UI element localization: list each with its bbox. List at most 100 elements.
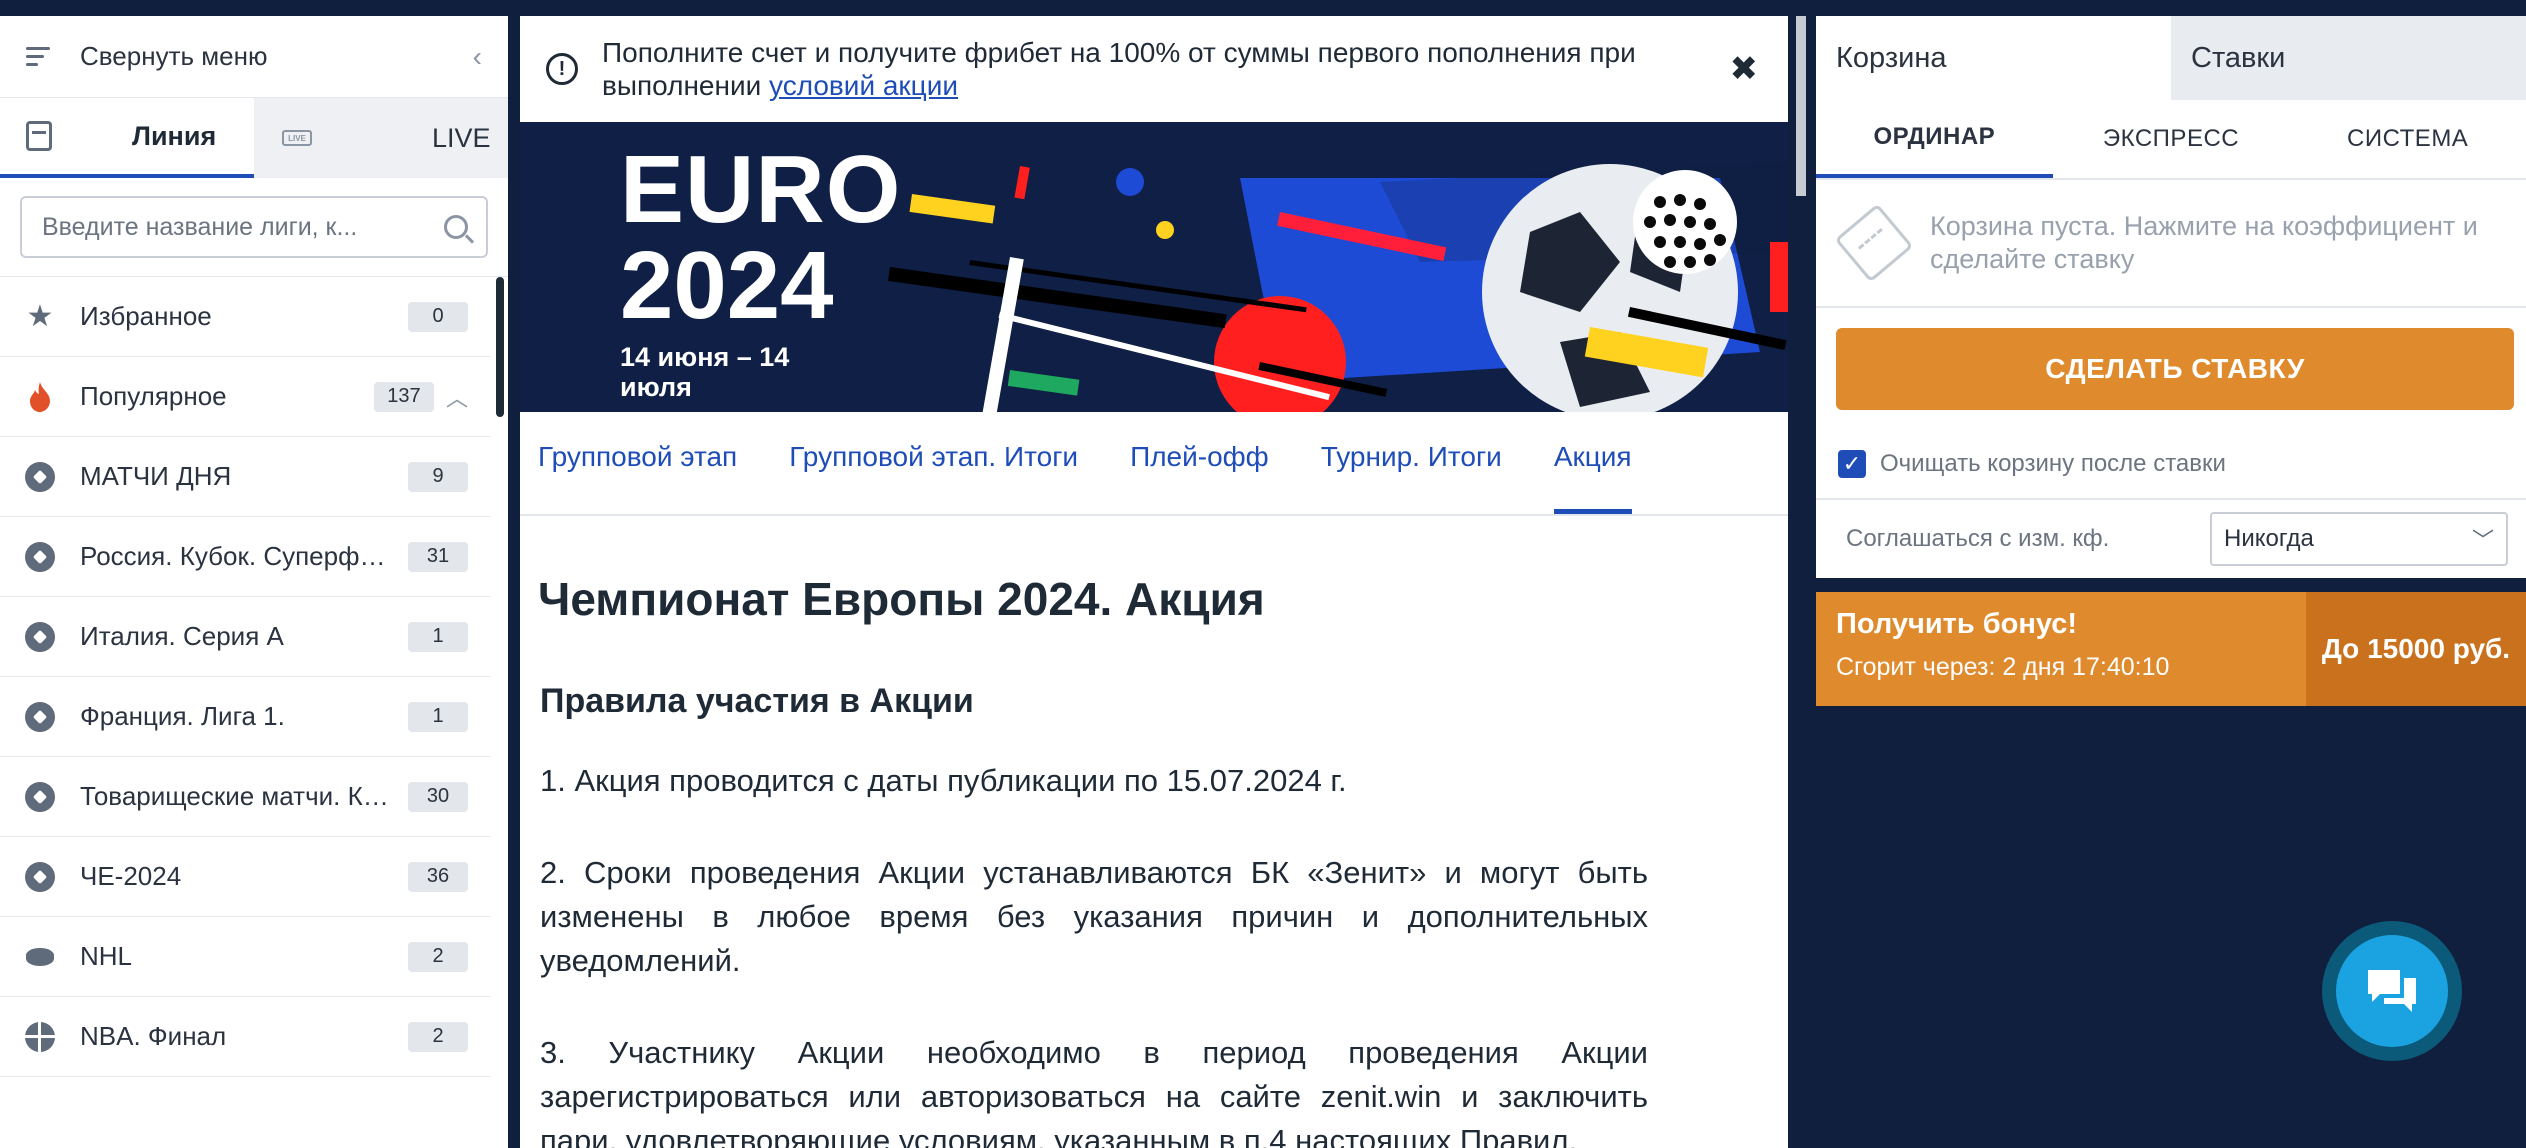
support-chat-button[interactable] bbox=[2322, 921, 2462, 1061]
sidebar-item-label: NBA. Финал bbox=[80, 1021, 227, 1051]
chat-icon bbox=[2336, 935, 2448, 1047]
sidebar-item-euro-2024[interactable]: ЧЕ-2024 36 bbox=[0, 837, 490, 917]
accept-odds-value: Никогда bbox=[2224, 525, 2314, 552]
bonus-amount: До 15000 руб. bbox=[2306, 592, 2526, 706]
search-box bbox=[20, 196, 488, 258]
soccer-ball-icon bbox=[22, 539, 58, 575]
main-content: ! Пополните счет и получите фрибет на 10… bbox=[520, 16, 1788, 1148]
star-icon: ★ bbox=[26, 300, 54, 333]
collapse-menu-button[interactable]: Свернуть меню ‹ bbox=[0, 16, 508, 98]
sidebar-item-nhl[interactable]: NHL 2 bbox=[0, 917, 490, 997]
sidebar-item-label: NHL bbox=[80, 941, 133, 971]
bonus-banner[interactable]: Получить бонус! Сгорит через: 2 дня 17:4… bbox=[1816, 592, 2526, 706]
tab-cart[interactable]: Корзина bbox=[1816, 16, 2171, 100]
count-badge: 137 bbox=[373, 381, 434, 412]
promo-notice: ! Пополните счет и получите фрибет на 10… bbox=[520, 16, 1788, 122]
promo-terms-link[interactable]: условий акции bbox=[769, 70, 958, 101]
banner-title-line2: 2024 bbox=[620, 232, 834, 339]
rule-paragraph-2: 2. Сроки проведения Акции устанавливаютс… bbox=[540, 855, 1648, 978]
clear-cart-label: Очищать корзину после ставки bbox=[1880, 450, 2226, 477]
league-search-input[interactable] bbox=[22, 198, 486, 256]
place-bet-button[interactable]: СДЕЛАТЬ СТАВКУ bbox=[1836, 328, 2514, 410]
tab-bets[interactable]: Ставки bbox=[2171, 16, 2526, 100]
count-badge: 31 bbox=[408, 541, 468, 572]
tab-system[interactable]: СИСТЕМА bbox=[2289, 100, 2526, 178]
rule-paragraph-1: 1. Акция проводится с даты публикации по… bbox=[540, 763, 1347, 798]
bet-type-tabs: ОРДИНАР ЭКСПРЕСС СИСТЕМА bbox=[1816, 100, 2526, 180]
bonus-title: Получить бонус! bbox=[1836, 608, 2078, 640]
count-badge: 36 bbox=[408, 861, 468, 892]
count-badge: 0 bbox=[408, 301, 468, 332]
sidebar-item-label: Популярное bbox=[80, 381, 227, 411]
betslip-card: Корзина Ставки ОРДИНАР ЭКСПРЕСС СИСТЕМА … bbox=[1816, 16, 2526, 578]
rule-paragraph-3: 3. Участнику Акции необходимо в период п… bbox=[540, 1035, 1648, 1148]
notice-text: Пополните счет и получите фрибет на 100%… bbox=[602, 36, 1710, 102]
sidebar-tabs: Линия LIVE LIVE bbox=[0, 98, 508, 178]
chevron-down-icon: ﹀ bbox=[2471, 528, 2494, 553]
sidebar-item-russia-cup[interactable]: Россия. Кубок. Суперфинал 31 bbox=[0, 517, 490, 597]
accept-odds-row: Соглашаться с изм. кф. Никогда ﹀ bbox=[1816, 500, 2526, 578]
info-icon: ! bbox=[546, 53, 578, 85]
sidebar-item-nba-final[interactable]: NBA. Финал 2 bbox=[0, 997, 490, 1077]
sidebar-item-label: Избранное bbox=[80, 301, 212, 331]
tab-single[interactable]: ОРДИНАР bbox=[1816, 100, 2053, 178]
sidebar-scrollbar[interactable] bbox=[496, 277, 504, 417]
accept-odds-select[interactable]: Никогда ﹀ bbox=[2210, 512, 2508, 566]
empty-cart-text: Корзина пуста. Нажмите на коэффициент и … bbox=[1930, 211, 2478, 274]
banner-dates-line2: июля bbox=[620, 372, 692, 402]
tab-express[interactable]: ЭКСПРЕСС bbox=[2053, 100, 2290, 178]
soccer-ball-icon bbox=[22, 619, 58, 655]
sidebar-item-friendlies[interactable]: Товарищеские матчи. Клубы 30 bbox=[0, 757, 490, 837]
sidebar-item-label: Россия. Кубок. Суперфинал bbox=[80, 541, 398, 571]
tab-tournament-results[interactable]: Турнир. Итоги bbox=[1321, 441, 1502, 514]
sidebar-item-popular[interactable]: Популярное 137 ︿ bbox=[0, 357, 490, 437]
place-bet-wrap: СДЕЛАТЬ СТАВКУ bbox=[1816, 308, 2526, 430]
sidebar-item-favorites[interactable]: ★ Избранное 0 bbox=[0, 277, 490, 357]
clear-cart-option[interactable]: ✓ Очищать корзину после ставки bbox=[1816, 430, 2526, 500]
tournament-tabs: Групповой этап Групповой этап. Итоги Пле… bbox=[520, 412, 1788, 516]
checkbox-checked-icon[interactable]: ✓ bbox=[1838, 450, 1866, 478]
count-badge: 2 bbox=[408, 1021, 468, 1052]
tab-promo[interactable]: Акция bbox=[1553, 441, 1632, 514]
tab-live-label: LIVE bbox=[432, 122, 491, 153]
hockey-puck-icon bbox=[22, 939, 58, 975]
tab-line[interactable]: Линия bbox=[0, 98, 254, 178]
center-scrollbar[interactable] bbox=[1796, 16, 1806, 196]
sidebar-item-label: Франция. Лига 1. bbox=[80, 701, 285, 731]
sidebar: Свернуть меню ‹ Линия LIVE LIVE ★ Избран… bbox=[0, 16, 508, 1148]
banner-dates: 14 июня – 14 июля bbox=[620, 342, 789, 402]
search-icon[interactable] bbox=[444, 215, 468, 239]
soccer-ball-icon bbox=[22, 859, 58, 895]
count-badge: 1 bbox=[408, 701, 468, 732]
sidebar-item-matches-of-day[interactable]: МАТЧИ ДНЯ 9 bbox=[0, 437, 490, 517]
empty-cart-message: Корзина пуста. Нажмите на коэффициент и … bbox=[1816, 180, 2526, 308]
sidebar-item-label: Товарищеские матчи. Клубы bbox=[80, 781, 398, 811]
count-badge: 30 bbox=[408, 781, 468, 812]
bonus-info: Получить бонус! Сгорит через: 2 дня 17:4… bbox=[1816, 592, 2306, 706]
fire-icon bbox=[22, 379, 58, 415]
tab-group-stage[interactable]: Групповой этап bbox=[538, 441, 737, 514]
sidebar-item-label: ЧЕ-2024 bbox=[80, 861, 182, 891]
page-title: Чемпионат Европы 2024. Акция bbox=[538, 573, 1265, 625]
betslip-tabs: Корзина Ставки bbox=[1816, 16, 2526, 100]
basketball-icon bbox=[22, 1019, 58, 1055]
sidebar-item-label: Италия. Серия А bbox=[80, 621, 284, 651]
section-title: Правила участия в Акции bbox=[540, 682, 974, 720]
tab-group-stage-results[interactable]: Групповой этап. Итоги bbox=[789, 441, 1078, 514]
chevron-up-icon[interactable]: ︿ bbox=[446, 381, 468, 413]
tab-playoff[interactable]: Плей-офф bbox=[1130, 441, 1269, 514]
banner-title-line1: EURO bbox=[620, 136, 902, 243]
soccer-ball-icon bbox=[22, 779, 58, 815]
sidebar-item-france-ligue-1[interactable]: Франция. Лига 1. 1 bbox=[0, 677, 490, 757]
chevron-left-icon: ‹ bbox=[472, 40, 482, 72]
close-icon[interactable]: ✖ bbox=[1730, 52, 1759, 86]
sidebar-item-italy-serie-a[interactable]: Италия. Серия А 1 bbox=[0, 597, 490, 677]
menu-icon bbox=[26, 47, 52, 66]
count-badge: 1 bbox=[408, 621, 468, 652]
tab-live[interactable]: LIVE LIVE bbox=[254, 98, 508, 178]
calendar-icon bbox=[26, 121, 52, 151]
live-tv-icon: LIVE bbox=[282, 130, 312, 146]
sidebar-list: ★ Избранное 0 Популярное 137 ︿ МАТЧИ ДНЯ… bbox=[0, 277, 508, 1077]
count-badge: 9 bbox=[408, 461, 468, 492]
tab-line-label: Линия bbox=[132, 120, 217, 151]
